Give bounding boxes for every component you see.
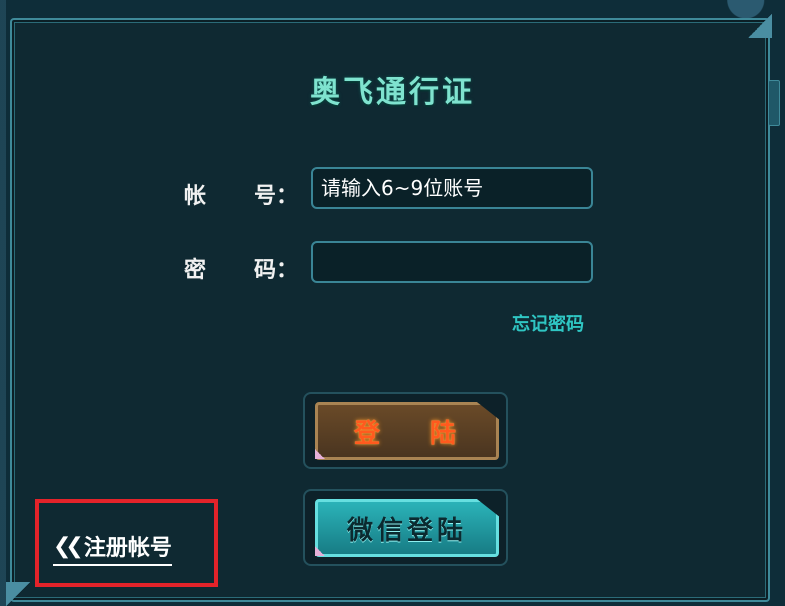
register-link[interactable]: ❮❮ 注册帐号 (53, 530, 172, 566)
corner-ornament (6, 582, 30, 606)
password-label-char: 码： (254, 258, 299, 283)
corner-triangle-icon (315, 546, 325, 556)
username-label-char: 帐 (184, 184, 207, 209)
register-label: 注册帐号 (83, 536, 172, 561)
login-button-char: 陆 (430, 418, 461, 449)
corner-ornament (748, 14, 772, 38)
double-chevron-left-icon: ❮❮ (53, 533, 84, 559)
login-button[interactable]: 登陆 (315, 402, 499, 460)
username-label-char: 号： (254, 184, 299, 209)
forgot-password-link[interactable]: 忘记密码 (512, 310, 584, 336)
password-label-char: 密 (184, 258, 207, 283)
username-input[interactable] (311, 167, 593, 209)
login-button-char: 登 (353, 418, 384, 449)
password-label: 密 码： (184, 252, 298, 284)
password-input[interactable] (311, 241, 593, 283)
wechat-login-button[interactable]: 微信登陆 (315, 499, 499, 557)
page-title: 奥飞通行证 (310, 75, 475, 110)
corner-triangle-icon (315, 449, 325, 459)
login-button-frame: 登陆 (303, 392, 508, 469)
username-label: 帐 号： (184, 178, 298, 210)
wechat-button-frame: 微信登陆 (303, 489, 508, 566)
